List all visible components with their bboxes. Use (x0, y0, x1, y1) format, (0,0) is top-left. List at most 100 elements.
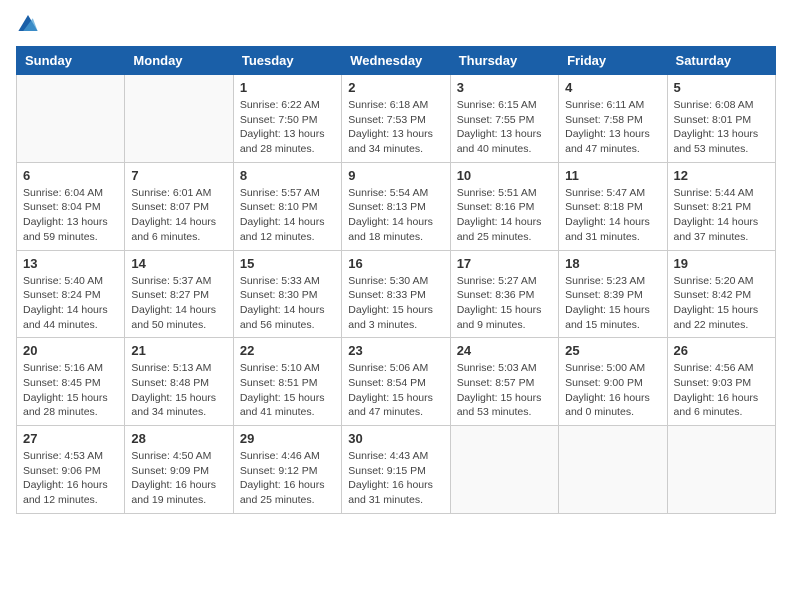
day-number: 14 (131, 256, 226, 271)
calendar-day-cell: 26 Sunrise: 4:56 AMSunset: 9:03 PMDayligh… (667, 338, 775, 426)
weekday-header: Friday (559, 47, 667, 75)
day-number: 16 (348, 256, 443, 271)
day-number: 12 (674, 168, 769, 183)
logo (16, 16, 38, 34)
day-info: Sunrise: 5:51 AMSunset: 8:16 PMDaylight:… (457, 186, 552, 245)
day-info: Sunrise: 6:04 AMSunset: 8:04 PMDaylight:… (23, 186, 118, 245)
calendar-day-cell: 19 Sunrise: 5:20 AMSunset: 8:42 PMDayligh… (667, 250, 775, 338)
day-info: Sunrise: 4:56 AMSunset: 9:03 PMDaylight:… (674, 361, 769, 420)
day-info: Sunrise: 5:27 AMSunset: 8:36 PMDaylight:… (457, 274, 552, 333)
day-info: Sunrise: 5:20 AMSunset: 8:42 PMDaylight:… (674, 274, 769, 333)
calendar-day-cell: 16 Sunrise: 5:30 AMSunset: 8:33 PMDayligh… (342, 250, 450, 338)
day-info: Sunrise: 5:06 AMSunset: 8:54 PMDaylight:… (348, 361, 443, 420)
day-number: 29 (240, 431, 335, 446)
calendar-week-row: 13Sunrise: 5:40 AMSunset: 8:24 PMDayligh… (17, 250, 776, 338)
calendar-day-cell: 18 Sunrise: 5:23 AMSunset: 8:39 PMDayligh… (559, 250, 667, 338)
calendar-day-cell: 5Sunrise: 6:08 AMSunset: 8:01 PMDaylight… (667, 75, 775, 163)
calendar-day-cell: 15 Sunrise: 5:33 AMSunset: 8:30 PMDayligh… (233, 250, 341, 338)
day-info: Sunrise: 5:10 AMSunset: 8:51 PMDaylight:… (240, 361, 335, 420)
day-number: 21 (131, 343, 226, 358)
day-number: 11 (565, 168, 660, 183)
calendar-day-cell (450, 426, 558, 514)
day-number: 7 (131, 168, 226, 183)
day-info: Sunrise: 4:46 AMSunset: 9:12 PMDaylight:… (240, 449, 335, 508)
calendar-day-cell: 17 Sunrise: 5:27 AMSunset: 8:36 PMDayligh… (450, 250, 558, 338)
day-info: Sunrise: 5:23 AMSunset: 8:39 PMDaylight:… (565, 274, 660, 333)
day-number: 8 (240, 168, 335, 183)
calendar-day-cell: 28 Sunrise: 4:50 AMSunset: 9:09 PMDayligh… (125, 426, 233, 514)
day-number: 17 (457, 256, 552, 271)
day-info: Sunrise: 5:13 AMSunset: 8:48 PMDaylight:… (131, 361, 226, 420)
day-number: 25 (565, 343, 660, 358)
day-info: Sunrise: 6:01 AMSunset: 8:07 PMDaylight:… (131, 186, 226, 245)
day-number: 30 (348, 431, 443, 446)
calendar-day-cell: 2 Sunrise: 6:18 AMSunset: 7:53 PMDaylight… (342, 75, 450, 163)
day-info: Sunrise: 4:53 AMSunset: 9:06 PMDaylight:… (23, 449, 118, 508)
day-info: Sunrise: 5:30 AMSunset: 8:33 PMDaylight:… (348, 274, 443, 333)
calendar-table: SundayMondayTuesdayWednesdayThursdayFrid… (16, 46, 776, 514)
day-number: 23 (348, 343, 443, 358)
day-number: 10 (457, 168, 552, 183)
calendar-day-cell: 11Sunrise: 5:47 AMSunset: 8:18 PMDayligh… (559, 162, 667, 250)
day-number: 3 (457, 80, 552, 95)
day-number: 27 (23, 431, 118, 446)
calendar-day-cell: 21 Sunrise: 5:13 AMSunset: 8:48 PMDayligh… (125, 338, 233, 426)
weekday-header: Sunday (17, 47, 125, 75)
day-number: 2 (348, 80, 443, 95)
calendar-day-cell (125, 75, 233, 163)
day-info: Sunrise: 5:03 AMSunset: 8:57 PMDaylight:… (457, 361, 552, 420)
weekday-header: Thursday (450, 47, 558, 75)
day-number: 13 (23, 256, 118, 271)
logo-icon (18, 15, 38, 31)
page-header (16, 16, 776, 34)
day-number: 24 (457, 343, 552, 358)
calendar-week-row: 20 Sunrise: 5:16 AMSunset: 8:45 PMDayligh… (17, 338, 776, 426)
weekday-header: Monday (125, 47, 233, 75)
day-number: 28 (131, 431, 226, 446)
calendar-day-cell: 23 Sunrise: 5:06 AMSunset: 8:54 PMDayligh… (342, 338, 450, 426)
day-number: 1 (240, 80, 335, 95)
weekday-header: Saturday (667, 47, 775, 75)
day-info: Sunrise: 6:18 AMSunset: 7:53 PMDaylight:… (348, 98, 443, 157)
calendar-day-cell (559, 426, 667, 514)
calendar-day-cell: 27 Sunrise: 4:53 AMSunset: 9:06 PMDayligh… (17, 426, 125, 514)
calendar-day-cell: 3 Sunrise: 6:15 AMSunset: 7:55 PMDaylight… (450, 75, 558, 163)
day-number: 26 (674, 343, 769, 358)
calendar-week-row: 27 Sunrise: 4:53 AMSunset: 9:06 PMDayligh… (17, 426, 776, 514)
day-info: Sunrise: 6:15 AMSunset: 7:55 PMDaylight:… (457, 98, 552, 157)
day-info: Sunrise: 6:22 AMSunset: 7:50 PMDaylight:… (240, 98, 335, 157)
calendar-day-cell: 29 Sunrise: 4:46 AMSunset: 9:12 PMDayligh… (233, 426, 341, 514)
calendar-day-cell: 1 Sunrise: 6:22 AMSunset: 7:50 PMDaylight… (233, 75, 341, 163)
calendar-day-cell: 4Sunrise: 6:11 AMSunset: 7:58 PMDaylight… (559, 75, 667, 163)
calendar-day-cell: 9Sunrise: 5:54 AMSunset: 8:13 PMDaylight… (342, 162, 450, 250)
calendar-day-cell: 13Sunrise: 5:40 AMSunset: 8:24 PMDayligh… (17, 250, 125, 338)
weekday-header: Tuesday (233, 47, 341, 75)
calendar-day-cell: 7 Sunrise: 6:01 AMSunset: 8:07 PMDaylight… (125, 162, 233, 250)
calendar-header-row: SundayMondayTuesdayWednesdayThursdayFrid… (17, 47, 776, 75)
calendar-day-cell: 20 Sunrise: 5:16 AMSunset: 8:45 PMDayligh… (17, 338, 125, 426)
day-number: 22 (240, 343, 335, 358)
day-info: Sunrise: 5:44 AMSunset: 8:21 PMDaylight:… (674, 186, 769, 245)
calendar-day-cell: 24 Sunrise: 5:03 AMSunset: 8:57 PMDayligh… (450, 338, 558, 426)
day-number: 20 (23, 343, 118, 358)
weekday-header: Wednesday (342, 47, 450, 75)
day-info: Sunrise: 5:37 AMSunset: 8:27 PMDaylight:… (131, 274, 226, 333)
day-number: 9 (348, 168, 443, 183)
calendar-day-cell (667, 426, 775, 514)
calendar-day-cell: 25Sunrise: 5:00 AMSunset: 9:00 PMDayligh… (559, 338, 667, 426)
calendar-day-cell: 8Sunrise: 5:57 AMSunset: 8:10 PMDaylight… (233, 162, 341, 250)
day-info: Sunrise: 6:08 AMSunset: 8:01 PMDaylight:… (674, 98, 769, 157)
day-number: 4 (565, 80, 660, 95)
day-info: Sunrise: 4:50 AMSunset: 9:09 PMDaylight:… (131, 449, 226, 508)
day-number: 19 (674, 256, 769, 271)
calendar-week-row: 1 Sunrise: 6:22 AMSunset: 7:50 PMDaylight… (17, 75, 776, 163)
day-info: Sunrise: 5:16 AMSunset: 8:45 PMDaylight:… (23, 361, 118, 420)
day-number: 15 (240, 256, 335, 271)
calendar-day-cell: 22 Sunrise: 5:10 AMSunset: 8:51 PMDayligh… (233, 338, 341, 426)
day-info: Sunrise: 4:43 AMSunset: 9:15 PMDaylight:… (348, 449, 443, 508)
day-number: 18 (565, 256, 660, 271)
calendar-day-cell: 10 Sunrise: 5:51 AMSunset: 8:16 PMDayligh… (450, 162, 558, 250)
calendar-day-cell: 12 Sunrise: 5:44 AMSunset: 8:21 PMDayligh… (667, 162, 775, 250)
day-info: Sunrise: 5:33 AMSunset: 8:30 PMDaylight:… (240, 274, 335, 333)
calendar-day-cell: 6Sunrise: 6:04 AMSunset: 8:04 PMDaylight… (17, 162, 125, 250)
